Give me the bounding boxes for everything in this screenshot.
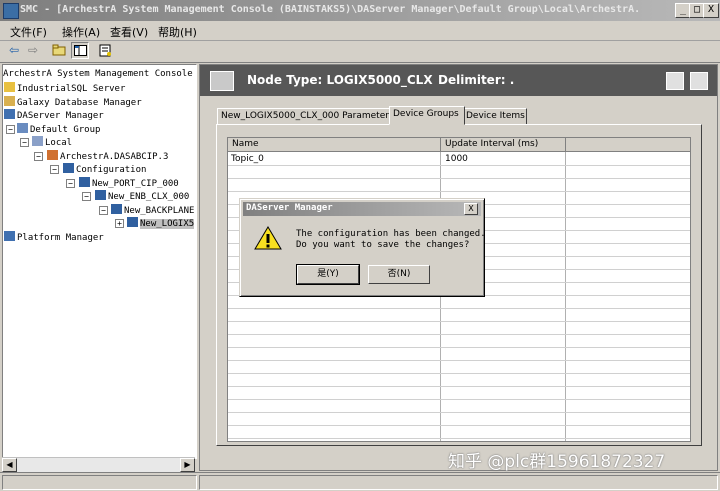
delimiter-label: Delimiter: . xyxy=(438,73,515,87)
tree-item-industrialsql[interactable]: IndustrialSQL Server xyxy=(4,82,125,95)
status-segment xyxy=(199,475,718,490)
grid-row-line xyxy=(228,425,690,426)
tree-item-dasabcip[interactable]: ArchestrA.DASABCIP.3 xyxy=(47,150,168,163)
console-tree[interactable]: ArchestrA System Management Console (R I… xyxy=(2,64,197,459)
tree-root-label: ArchestrA System Management Console (R xyxy=(3,69,197,79)
grid-row-line xyxy=(228,360,690,361)
industrialsql-icon xyxy=(4,82,15,92)
module-icon xyxy=(95,190,106,200)
database-icon xyxy=(4,96,15,106)
tree-item-port-cip[interactable]: New_PORT_CIP_000 xyxy=(79,177,179,190)
grid-row-line xyxy=(228,165,690,166)
grid-row-line xyxy=(228,347,690,348)
group-icon xyxy=(17,123,28,133)
dialog-close-button[interactable]: X xyxy=(464,203,478,215)
close-button[interactable]: X xyxy=(703,3,719,18)
scroll-right-icon[interactable]: ▶ xyxy=(180,458,195,472)
app-icon xyxy=(3,3,19,19)
node-header: Node Type: LOGIX5000_CLX Delimiter: . xyxy=(200,65,717,96)
tab-device-items[interactable]: Device Items xyxy=(462,108,527,125)
no-button[interactable]: 否(N) xyxy=(368,265,430,284)
column-header-name[interactable]: Name xyxy=(228,138,441,152)
tree-item-daserver-manager[interactable]: DAServer Manager xyxy=(4,109,104,122)
port-icon xyxy=(79,177,90,187)
tree-item-configuration[interactable]: Configuration xyxy=(63,163,146,176)
dialog-title: DAServer Manager xyxy=(246,203,333,213)
grid-row-line xyxy=(228,399,690,400)
tree-item-default-group[interactable]: Default Group xyxy=(17,123,100,136)
computer-icon xyxy=(32,136,43,146)
grid-row-line xyxy=(228,412,690,413)
row-interval-cell[interactable]: 1000 xyxy=(445,154,468,164)
menu-bar: 文件(F) 操作(A) 查看(V) 帮助(H) xyxy=(0,21,720,41)
collapse-backplane[interactable]: − xyxy=(99,206,108,215)
scroll-left-icon[interactable]: ◀ xyxy=(2,458,17,472)
dialog-message-line1: The configuration has been changed. xyxy=(296,229,486,239)
configuration-icon xyxy=(63,163,74,173)
save-icon[interactable] xyxy=(690,72,708,90)
grid-row-line xyxy=(228,191,690,192)
collapse-local[interactable]: − xyxy=(20,138,29,147)
menu-file[interactable]: 文件(F) xyxy=(10,24,47,40)
column-header-blank xyxy=(566,138,690,152)
lock-icon[interactable] xyxy=(666,72,684,90)
dialog-message-line2: Do you want to save the changes? xyxy=(296,240,470,250)
node-type-label: Node Type: LOGIX5000_CLX xyxy=(247,73,433,87)
platform-icon xyxy=(4,231,15,241)
menu-help[interactable]: 帮助(H) xyxy=(158,24,197,40)
tree-root[interactable]: ArchestrA System Management Console (R xyxy=(3,69,197,80)
dialog-title-bar: DAServer Manager X xyxy=(243,202,481,216)
forward-arrow-icon[interactable]: ⇨ xyxy=(24,42,42,59)
collapse-port-cip[interactable]: − xyxy=(66,179,75,188)
tree-item-logix5[interactable]: New_LOGIX5 xyxy=(127,217,195,230)
grid-row-line xyxy=(228,373,690,374)
show-tree-icon[interactable] xyxy=(71,42,89,59)
menu-view[interactable]: 查看(V) xyxy=(110,24,148,40)
logix-icon xyxy=(127,217,138,227)
backplane-icon xyxy=(111,204,122,214)
status-segment xyxy=(2,475,197,490)
expand-logix5[interactable]: + xyxy=(115,219,124,228)
tree-item-galaxy-db[interactable]: Galaxy Database Manager xyxy=(4,96,142,109)
node-type-icon xyxy=(210,71,234,91)
dialog-message: The configuration has been changed. Do y… xyxy=(296,229,486,251)
collapse-enb-clx[interactable]: − xyxy=(82,192,91,201)
grid-row-line xyxy=(228,308,690,309)
save-changes-dialog: DAServer Manager X The configuration has… xyxy=(239,198,486,297)
window-title: SMC - [ArchestrA System Management Conso… xyxy=(20,4,641,15)
grid-row-line xyxy=(228,438,690,439)
toolbar: ⇦ ⇨ xyxy=(0,40,720,63)
menu-action[interactable]: 操作(A) xyxy=(62,24,100,40)
grid-row-line xyxy=(228,178,690,179)
collapse-default-group[interactable]: − xyxy=(6,125,15,134)
tab-device-groups[interactable]: Device Groups xyxy=(389,106,465,125)
tree-item-local[interactable]: Local xyxy=(32,136,72,149)
grid-row-line xyxy=(228,386,690,387)
back-arrow-icon[interactable]: ⇦ xyxy=(5,42,23,59)
yes-button[interactable]: 是(Y) xyxy=(296,264,360,285)
collapse-configuration[interactable]: − xyxy=(50,165,59,174)
row-name-cell[interactable]: Topic_0 xyxy=(231,154,264,164)
daserver-icon xyxy=(47,150,58,160)
tree-item-enb-clx[interactable]: New_ENB_CLX_000 xyxy=(95,190,189,203)
properties-icon[interactable] xyxy=(96,42,114,59)
title-bar: SMC - [ArchestrA System Management Conso… xyxy=(0,0,720,21)
warning-icon xyxy=(254,226,282,250)
tree-horizontal-scrollbar[interactable]: ◀ ▶ xyxy=(2,457,195,472)
up-folder-icon[interactable] xyxy=(50,42,68,59)
collapse-dasabcip[interactable]: − xyxy=(34,152,43,161)
tab-parameters[interactable]: New_LOGIX5000_CLX_000 Parameters xyxy=(217,108,394,125)
tree-item-platform-manager[interactable]: Platform Manager xyxy=(4,231,104,244)
tree-item-backplane[interactable]: New_BACKPLANE xyxy=(111,204,194,217)
server-icon xyxy=(4,109,15,119)
grid-row-line xyxy=(228,321,690,322)
grid-row-line xyxy=(228,334,690,335)
status-bar xyxy=(0,472,720,491)
watermark: 知乎 @plc群15961872327 xyxy=(448,452,666,472)
column-header-update-interval[interactable]: Update Interval (ms) xyxy=(441,138,566,152)
